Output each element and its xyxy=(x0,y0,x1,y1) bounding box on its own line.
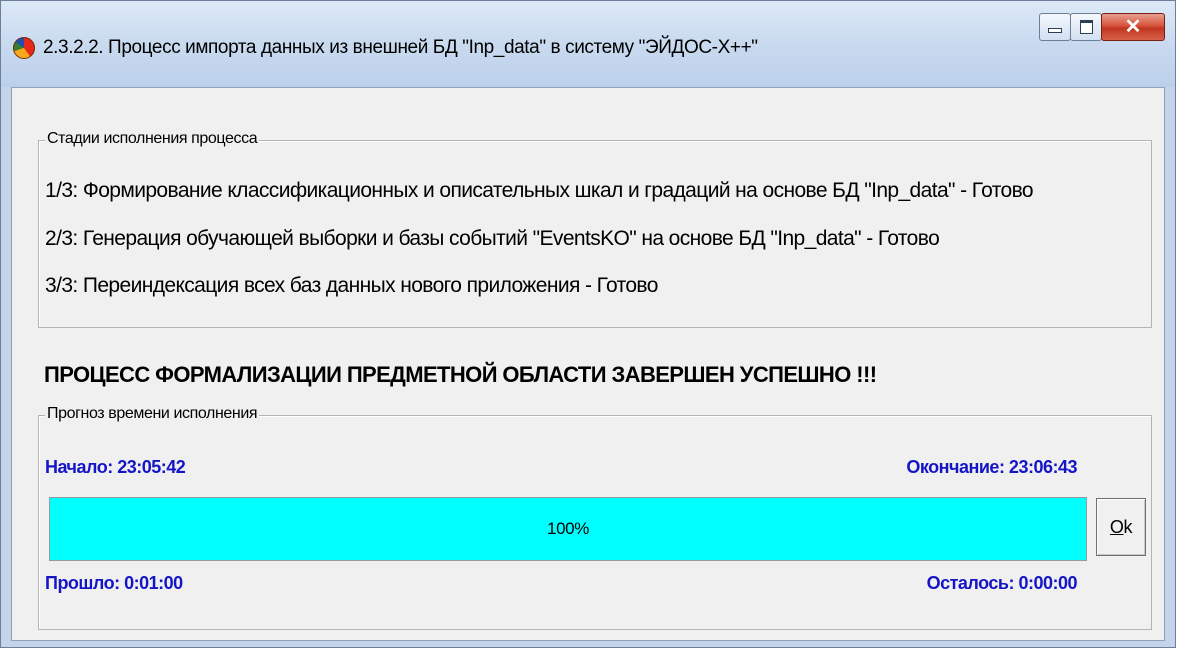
window-title: 2.3.2.2. Процесс импорта данных из внешн… xyxy=(43,37,758,58)
import-process-window: 2.3.2.2. Процесс импорта данных из внешн… xyxy=(0,0,1176,648)
ok-mnemonic: O xyxy=(1109,516,1124,537)
stages-legend: Стадии исполнения процесса xyxy=(45,130,260,148)
progress-bar: 100% xyxy=(49,497,1087,561)
minimize-button[interactable] xyxy=(1039,13,1071,41)
completion-message: ПРОЦЕСС ФОРМАЛИЗАЦИИ ПРЕДМЕТНОЙ ОБЛАСТИ … xyxy=(44,362,877,387)
stage-3-text: 3/3: Переиндексация всех баз данных ново… xyxy=(45,274,658,297)
time-forecast-group: Прогноз времени исполнения Начало: 23:05… xyxy=(38,405,1152,630)
eidos-app-icon xyxy=(13,37,35,59)
ok-button[interactable]: Ok xyxy=(1096,498,1146,556)
start-time-label: Начало: 23:05:42 xyxy=(45,457,186,477)
stage-2-text: 2/3: Генерация обучающей выборки и базы … xyxy=(45,227,940,250)
title-bar[interactable]: 2.3.2.2. Процесс импорта данных из внешн… xyxy=(1,1,1175,87)
ok-label-rest: k xyxy=(1123,516,1133,537)
stages-group: Стадии исполнения процесса 1/3: Формиров… xyxy=(38,130,1152,328)
close-button[interactable]: ✕ xyxy=(1101,13,1165,41)
elapsed-time-label: Прошло: 0:01:00 xyxy=(45,573,183,593)
progress-percent-text: 100% xyxy=(547,519,589,538)
dialog-body: Стадии исполнения процесса 1/3: Формиров… xyxy=(11,87,1165,641)
remaining-time-label: Осталось: 0:00:00 xyxy=(926,573,1078,593)
maximize-button[interactable] xyxy=(1070,13,1102,41)
end-time-label: Окончание: 23:06:43 xyxy=(906,457,1077,477)
close-icon: ✕ xyxy=(1124,16,1142,38)
maximize-icon xyxy=(1079,20,1093,34)
forecast-legend: Прогноз времени исполнения xyxy=(45,405,260,423)
minimize-icon xyxy=(1048,27,1062,33)
stage-1-text: 1/3: Формирование классификационных и оп… xyxy=(45,179,1034,202)
